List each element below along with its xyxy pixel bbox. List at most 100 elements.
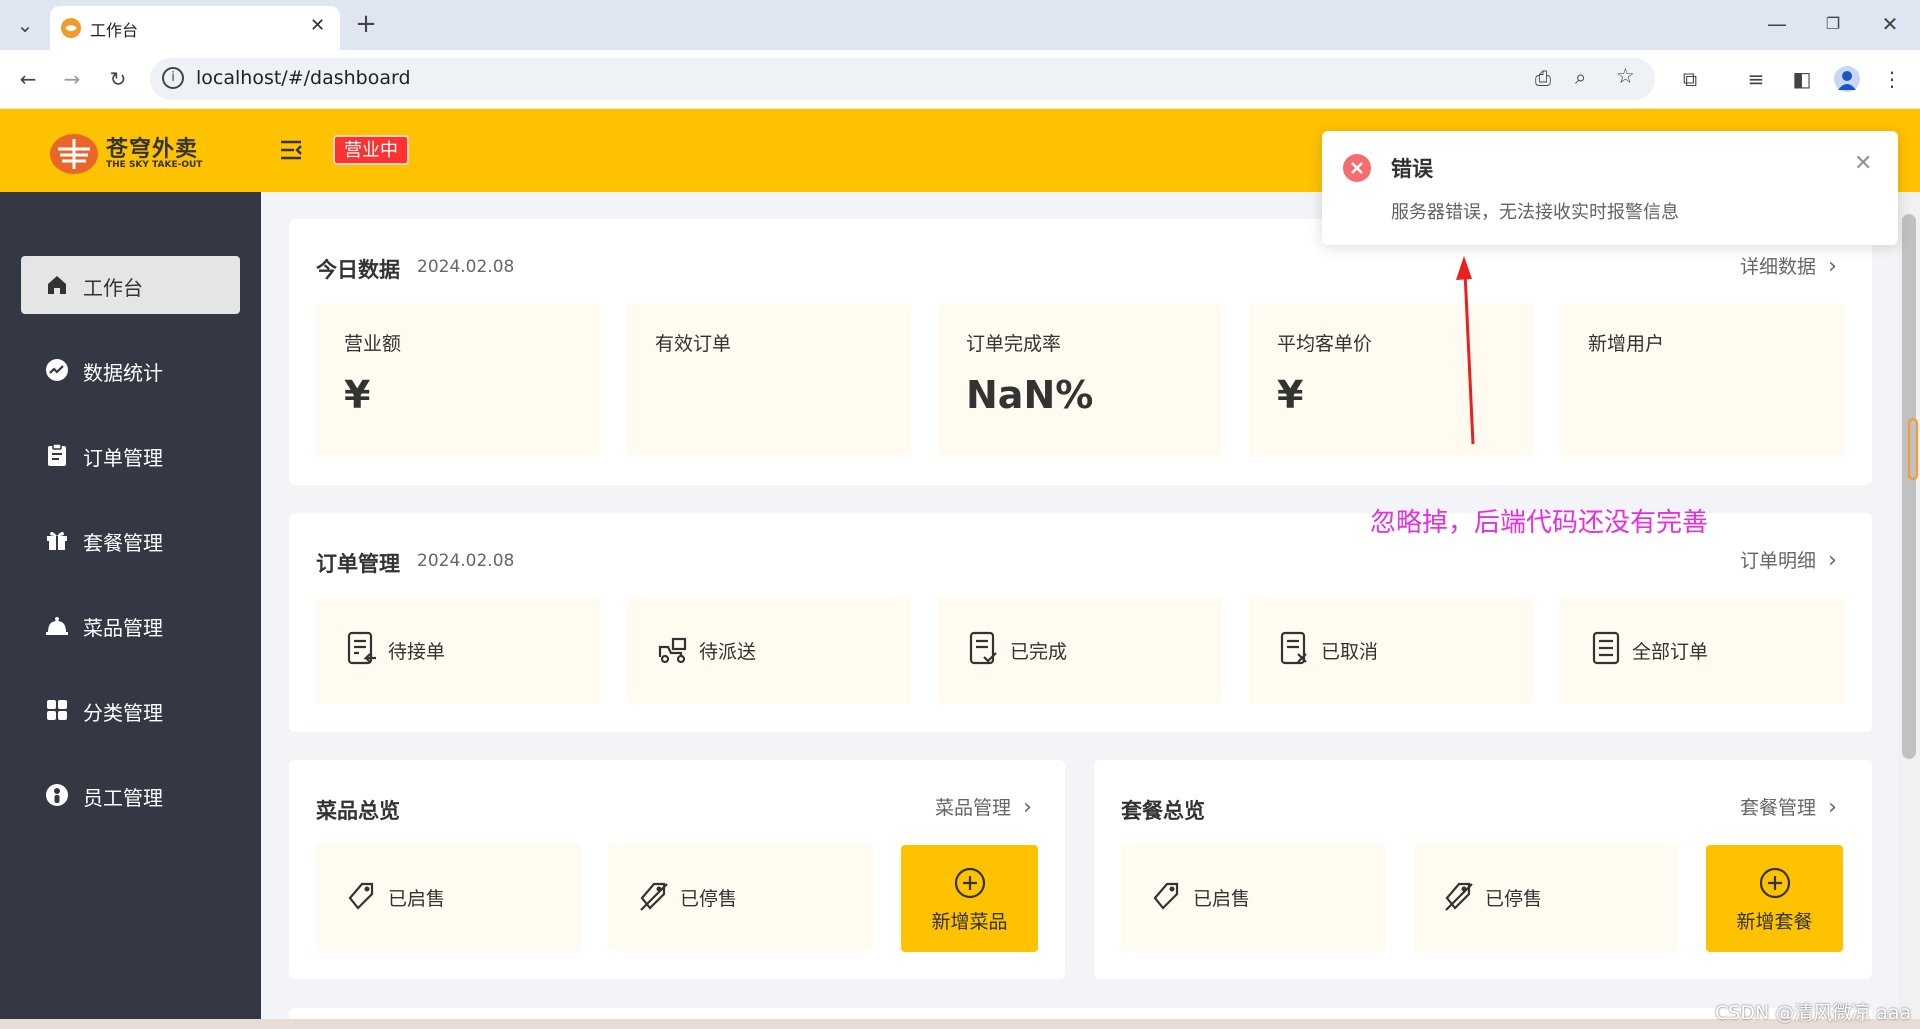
setmeal-management-link[interactable]: 套餐管理 › (1740, 793, 1837, 820)
order-all-icon (1592, 631, 1620, 665)
favicon-icon (61, 18, 81, 38)
sidebar-item-employees[interactable]: 员工管理 (21, 766, 240, 824)
sidebar-item-label: 订单管理 (83, 446, 163, 470)
tile-label: 有效订单 (655, 333, 732, 355)
scrollbar-thumb[interactable] (1902, 214, 1916, 759)
collapse-menu-icon[interactable] (279, 139, 303, 161)
logo-emblem-icon (50, 134, 98, 174)
sidebar-item-label: 员工管理 (83, 786, 163, 810)
url-text: localhost/#/dashboard (196, 67, 411, 89)
tag-icon (348, 882, 374, 910)
forward-icon[interactable]: → (58, 65, 86, 93)
to-deliver-tile[interactable]: 待派送 (627, 597, 911, 704)
sidebar-item-orders[interactable]: 订单管理 (21, 426, 240, 484)
side-panel-icon[interactable]: ◧ (1788, 65, 1816, 93)
completion-rate-tile: 订单完成率 NaN% (938, 303, 1222, 457)
today-data-date: 2024.02.08 (417, 257, 515, 277)
completed-orders-tile[interactable]: 已完成 (938, 597, 1222, 704)
close-window-icon[interactable]: ✕ (1876, 10, 1904, 38)
add-setmeal-label: 新增套餐 (1736, 911, 1813, 933)
setmeal-on-sale-tile[interactable]: 已启售 (1121, 844, 1386, 951)
dish-off-sale-tile[interactable]: 已停售 (608, 844, 873, 951)
gift-icon (47, 531, 67, 550)
cancelled-orders-tile[interactable]: 已取消 (1249, 597, 1533, 704)
detail-data-label: 详细数据 (1740, 256, 1817, 278)
error-icon (1343, 154, 1371, 182)
add-setmeal-button[interactable]: 新增套餐 (1706, 845, 1843, 952)
detail-data-link[interactable]: 详细数据 › (1740, 252, 1837, 279)
install-icon[interactable]: ⎙ (1535, 66, 1551, 90)
tile-label: 已取消 (1321, 641, 1379, 663)
tile-label: 待接单 (388, 641, 446, 663)
tile-label: 全部订单 (1632, 641, 1709, 663)
sidebar-item-label: 数据统计 (83, 361, 163, 385)
browser-menu-icon[interactable]: ⋮ (1878, 65, 1906, 93)
tile-label: 已启售 (388, 888, 446, 910)
chevron-right-icon: › (1828, 254, 1837, 279)
logo-text: 苍穹外卖 (106, 137, 199, 162)
order-cancel-icon (1280, 631, 1307, 665)
sidebar-item-dishes[interactable]: 菜品管理 (21, 596, 240, 654)
sidebar-item-statistics[interactable]: 数据统计 (21, 341, 240, 399)
sidebar-item-setmeals[interactable]: 套餐管理 (21, 511, 240, 569)
today-data-title: 今日数据 (316, 258, 400, 282)
sidebar-item-categories[interactable]: 分类管理 (21, 681, 240, 739)
tag-icon (1153, 882, 1179, 910)
bookmark-star-icon[interactable]: ☆ (1616, 64, 1635, 88)
profile-avatar[interactable] (1834, 66, 1860, 92)
order-detail-label: 订单明细 (1740, 550, 1817, 572)
add-dish-button[interactable]: 新增菜品 (901, 845, 1038, 952)
back-icon[interactable]: ← (14, 65, 42, 93)
dish-on-sale-tile[interactable]: 已启售 (316, 844, 581, 951)
plus-circle-icon (1759, 867, 1790, 899)
tab-search-icon[interactable]: ⌄ (11, 11, 39, 39)
setmeal-overview-title: 套餐总览 (1121, 799, 1205, 823)
annotation-arrow (1456, 256, 1475, 445)
all-orders-tile[interactable]: 全部订单 (1560, 597, 1844, 704)
logo[interactable]: 苍穹外卖 THE SKY TAKE-OUT (48, 131, 218, 177)
extensions-icon[interactable]: ⧉ (1676, 65, 1704, 93)
sidebar: 工作台 数据统计 订单管理 套餐管理 菜品管理 分类管理 员工管理 (0, 192, 261, 1019)
sidebar-item-dashboard[interactable]: 工作台 (21, 256, 240, 314)
setmeal-management-label: 套餐管理 (1740, 797, 1817, 819)
order-management-title: 订单管理 (316, 552, 400, 576)
zoom-icon[interactable]: ⌕ (1575, 65, 1586, 89)
tile-value: ¥ (1277, 373, 1304, 417)
pending-orders-tile[interactable]: 待接单 (316, 597, 600, 704)
site-info-icon[interactable]: i (162, 67, 184, 89)
tab-title: 工作台 (90, 21, 139, 40)
dish-management-link[interactable]: 菜品管理 › (935, 793, 1032, 820)
dishes-overview-card: 菜品总览 菜品管理 › 已启售 已停售 新增菜品 (289, 760, 1065, 979)
grid-icon (47, 700, 67, 720)
orange-edge-marker (1908, 418, 1918, 480)
media-icon[interactable]: ≡ (1742, 65, 1770, 93)
close-notification-icon[interactable]: ✕ (1854, 151, 1872, 176)
order-detail-link[interactable]: 订单明细 › (1740, 546, 1837, 573)
clipboard-icon (48, 443, 66, 466)
add-dish-label: 新增菜品 (931, 911, 1008, 933)
chart-icon (46, 359, 68, 381)
delivery-icon (658, 637, 687, 664)
annotation-note: 忽略掉，后端代码还没有完善 (1370, 508, 1709, 538)
url-field[interactable]: i localhost/#/dashboard ⎙ ⌕ ☆ (150, 58, 1655, 100)
page-scrollbar[interactable] (1898, 192, 1920, 1019)
chevron-right-icon: › (1828, 795, 1837, 820)
order-management-card: 订单管理 2024.02.08 订单明细 › 待接单 待派送 已完成 已取消 全… (289, 513, 1872, 732)
restore-icon[interactable]: ❐ (1819, 10, 1847, 38)
reload-icon[interactable]: ↻ (104, 65, 132, 93)
window-bottom-edge (0, 1019, 1920, 1029)
browser-tab[interactable]: 工作台 ✕ (50, 6, 340, 50)
tile-label: 营业额 (344, 333, 402, 355)
chevron-right-icon: › (1023, 795, 1032, 820)
valid-orders-tile: 有效订单 (627, 303, 911, 457)
order-done-icon (969, 631, 997, 665)
tab-close-icon[interactable]: ✕ (310, 15, 325, 36)
minimize-icon[interactable]: — (1763, 10, 1791, 38)
tile-label: 平均客单价 (1277, 333, 1373, 355)
order-management-date: 2024.02.08 (417, 551, 515, 571)
tile-label: 已停售 (680, 888, 738, 910)
tag-off-icon (1445, 882, 1473, 911)
browser-tab-bar: ⌄ 工作台 ✕ + — ❐ ✕ (0, 0, 1920, 50)
new-tab-icon[interactable]: + (352, 10, 380, 38)
setmeal-off-sale-tile[interactable]: 已停售 (1413, 844, 1678, 951)
